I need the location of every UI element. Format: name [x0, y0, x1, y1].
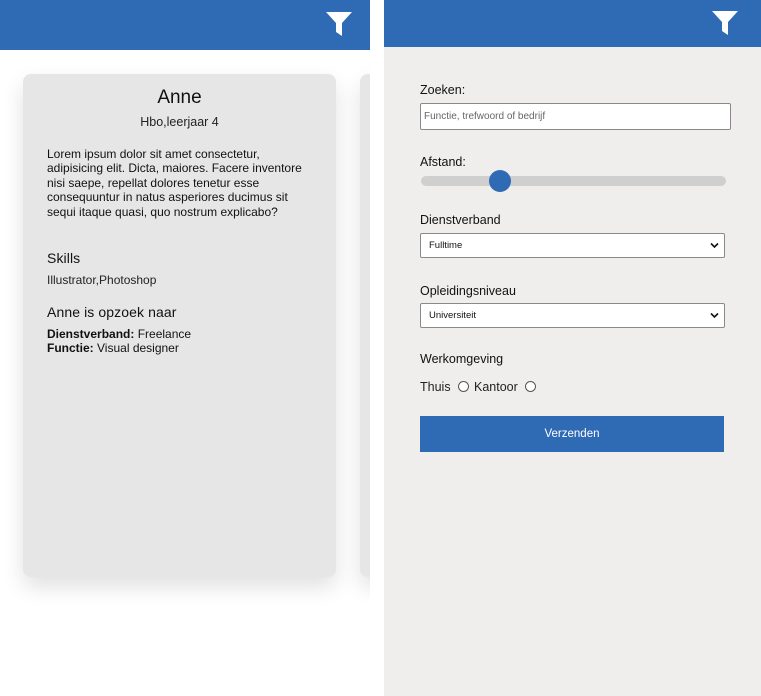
filter-icon[interactable] — [711, 10, 739, 36]
profile-name: Anne — [157, 87, 202, 108]
slider-thumb[interactable] — [489, 170, 512, 192]
distance-slider[interactable] — [421, 170, 726, 192]
employment-detail: Dienstverband: Freelance — [47, 327, 191, 341]
radio-label-kantoor: Kantoor — [474, 380, 518, 394]
profile-card[interactable]: Anne Hbo,leerjaar 4 Lorem ipsum dolor si… — [23, 74, 336, 577]
app-header — [0, 0, 370, 50]
submit-button[interactable]: Verzenden — [420, 416, 724, 452]
filter-icon[interactable] — [325, 11, 353, 37]
profile-panel: Anne Hbo,leerjaar 4 Lorem ipsum dolor si… — [0, 0, 370, 696]
employment-type-label: Dienstverband — [420, 213, 501, 227]
employment-type-select[interactable]: Fulltime — [420, 233, 725, 258]
function-detail: Functie: Visual designer — [47, 341, 179, 355]
employment-type-value: Fulltime — [429, 240, 463, 251]
looking-for-heading: Anne is opzoek naar — [47, 304, 177, 320]
filter-header — [384, 0, 761, 47]
chevron-down-icon — [710, 312, 719, 319]
radio-thuis[interactable] — [458, 381, 469, 392]
profile-education: Hbo,leerjaar 4 — [140, 115, 219, 129]
chevron-down-icon — [710, 242, 719, 249]
search-label: Zoeken: — [420, 83, 466, 97]
employment-label: Dienstverband: — [47, 327, 135, 341]
next-profile-card[interactable] — [360, 74, 370, 577]
function-value: Visual designer — [97, 341, 179, 355]
profile-description: Lorem ipsum dolor sit amet consectetur, … — [47, 147, 302, 219]
radio-kantoor[interactable] — [525, 381, 536, 392]
workplace-label: Werkomgeving — [420, 352, 504, 366]
skills-heading: Skills — [47, 250, 81, 266]
education-level-label: Opleidingsniveau — [420, 284, 516, 298]
search-input[interactable] — [420, 103, 731, 130]
employment-value: Freelance — [137, 327, 192, 341]
distance-label: Afstand: — [420, 155, 466, 169]
function-label: Functie: — [47, 341, 94, 355]
filter-panel: Zoeken: Afstand: Dienstverband Fulltime … — [384, 0, 761, 696]
education-level-value: Universiteit — [429, 310, 476, 321]
radio-label-thuis: Thuis — [420, 380, 451, 394]
education-level-select[interactable]: Universiteit — [420, 303, 725, 328]
skills-list: Illustrator,Photoshop — [47, 273, 157, 287]
